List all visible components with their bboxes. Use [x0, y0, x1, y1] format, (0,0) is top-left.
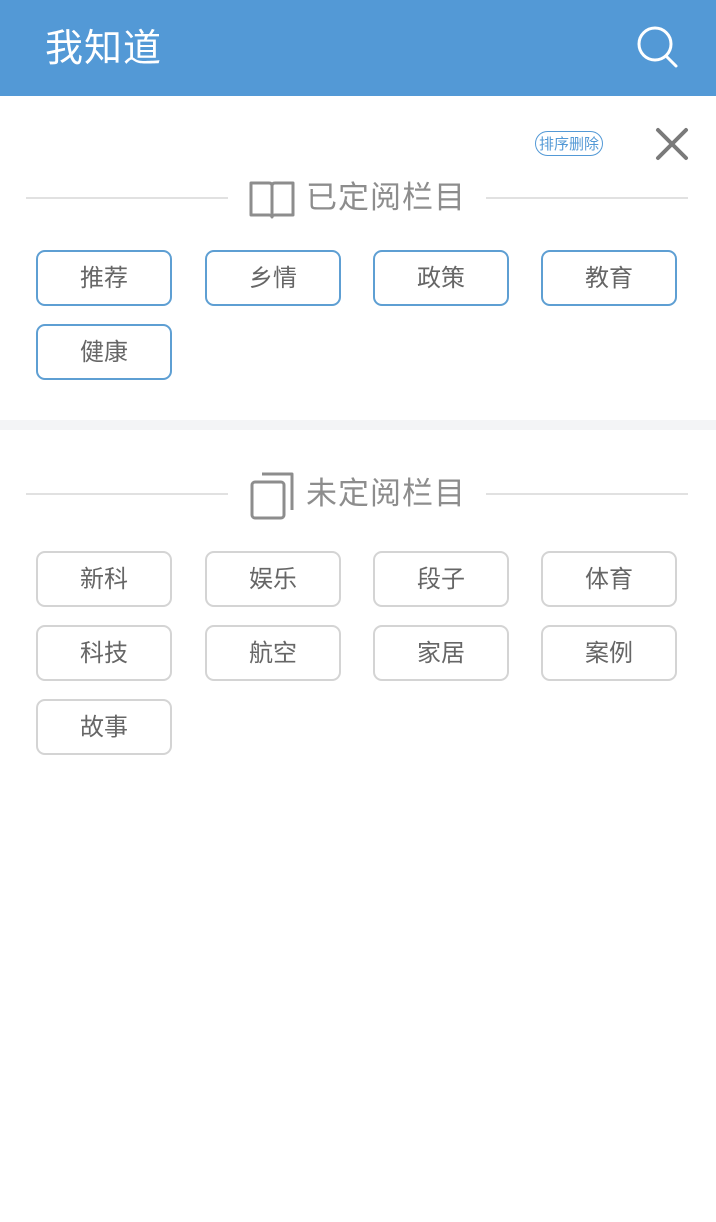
divider-line: [26, 197, 228, 199]
stacked-pages-icon: [248, 472, 296, 520]
close-icon[interactable]: [652, 124, 692, 164]
divider-line: [486, 197, 688, 199]
app-title: 我知道: [45, 26, 163, 70]
search-icon[interactable]: [630, 22, 686, 74]
unsubscribed-chip[interactable]: 案例: [541, 625, 677, 681]
open-book-icon: [248, 176, 296, 220]
subscribed-section-title: 已定阅栏目: [306, 180, 466, 216]
subscribed-chip[interactable]: 推荐: [36, 250, 172, 306]
subscribed-chip[interactable]: 教育: [541, 250, 677, 306]
section-separator: [0, 420, 716, 430]
unsubscribed-section-header: 未定阅栏目: [26, 469, 688, 520]
unsubscribed-chip[interactable]: 故事: [36, 699, 172, 755]
unsubscribed-chip[interactable]: 新科: [36, 551, 172, 607]
unsubscribed-chip[interactable]: 科技: [36, 625, 172, 681]
subscribed-section-header: 已定阅栏目: [26, 173, 688, 223]
divider-line: [26, 493, 228, 495]
unsubscribed-chip[interactable]: 家居: [373, 625, 509, 681]
subscribed-chip[interactable]: 政策: [373, 250, 509, 306]
unsubscribed-chip[interactable]: 体育: [541, 551, 677, 607]
app-header: 我知道: [0, 0, 716, 96]
unsubscribed-section-title: 未定阅栏目: [306, 476, 466, 512]
unsubscribed-chip[interactable]: 航空: [205, 625, 341, 681]
sort-delete-button[interactable]: 排序删除: [535, 131, 604, 156]
subscribed-chip[interactable]: 乡情: [205, 250, 341, 306]
unsubscribed-chip[interactable]: 娱乐: [205, 551, 341, 607]
unsubscribed-chip[interactable]: 段子: [373, 551, 509, 607]
subscribed-chip[interactable]: 健康: [36, 324, 172, 380]
divider-line: [486, 493, 688, 495]
